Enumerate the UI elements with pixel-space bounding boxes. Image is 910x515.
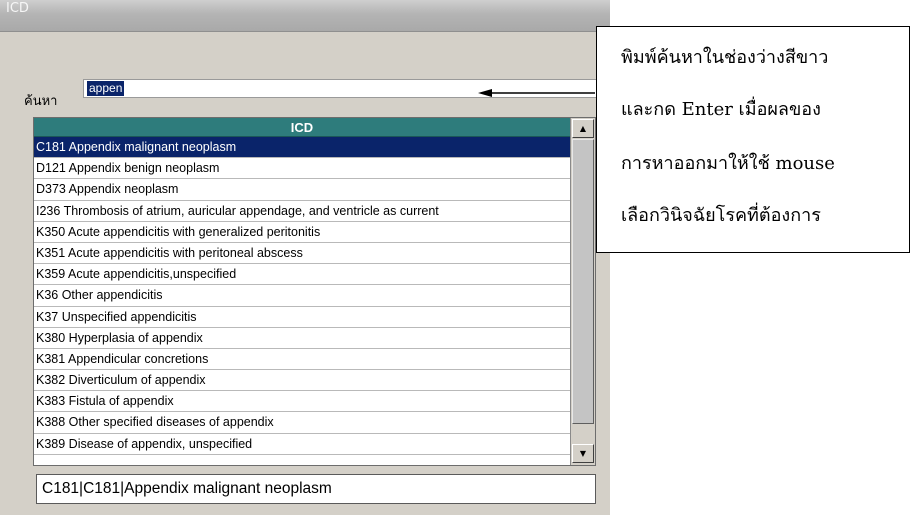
callout-line: และกด Enter เมื่อผลของ	[621, 99, 821, 120]
list-item[interactable]: D121 Appendix benign neoplasm	[34, 158, 570, 180]
list-item[interactable]: D373 Appendix neoplasm	[34, 179, 570, 201]
list-item[interactable]: I236 Thrombosis of atrium, auricular app…	[34, 201, 570, 222]
list-item[interactable]: K380 Hyperplasia of appendix	[34, 328, 570, 349]
window-title: ICD	[6, 1, 29, 16]
icd-listbox[interactable]: ICD C181 Appendix malignant neoplasm D121…	[33, 117, 596, 466]
search-input-value: appen	[87, 81, 125, 96]
list-item[interactable]: K37 Unspecified appendicitis	[34, 307, 570, 328]
selected-result-field[interactable]: C181|C181|Appendix malignant neoplasm	[36, 474, 596, 504]
pointer-arrow	[478, 89, 595, 97]
callout-line: เลือกวินิจฉัยโรคที่ต้องการ	[621, 205, 821, 226]
list-item[interactable]: K388 Other specified diseases of appendi…	[34, 412, 570, 434]
triangle-up-icon: ▲	[579, 124, 587, 133]
list-rows: C181 Appendix malignant neoplasm D121 App…	[34, 137, 570, 455]
scroll-down-button[interactable]: ▼	[572, 444, 594, 463]
list-item[interactable]: K350 Acute appendicitis with generalized…	[34, 222, 570, 243]
icd-window: ICD ค้นหา appen ICD C181 Appendix malign…	[0, 0, 610, 515]
callout-line: พิมพ์ค้นหาในช่องว่างสีขาว	[621, 47, 829, 68]
vertical-scrollbar[interactable]: ▲ ▼	[570, 118, 595, 465]
instruction-callout: พิมพ์ค้นหาในช่องว่างสีขาว และกด Enter เม…	[596, 26, 910, 253]
callout-line: การหาออกมาให้ใช้ mouse	[621, 153, 835, 174]
list-item[interactable]: K36 Other appendicitis	[34, 285, 570, 307]
scroll-up-button[interactable]: ▲	[572, 119, 594, 138]
list-item[interactable]: K382 Diverticulum of appendix	[34, 370, 570, 392]
triangle-down-icon: ▼	[579, 449, 587, 458]
list-item[interactable]: K381 Appendicular concretions	[34, 349, 570, 371]
list-item[interactable]: K389 Disease of appendix, unspecified	[34, 434, 570, 455]
list-item[interactable]: K383 Fistula of appendix	[34, 391, 570, 413]
list-item[interactable]: K359 Acute appendicitis,unspecified	[34, 264, 570, 286]
search-label: ค้นหา	[24, 94, 58, 109]
list-item[interactable]: K351 Acute appendicitis with peritoneal …	[34, 243, 570, 265]
scrollbar-thumb[interactable]	[572, 139, 594, 424]
list-item[interactable]: C181 Appendix malignant neoplasm	[34, 137, 570, 159]
list-header: ICD	[34, 118, 570, 137]
title-bar[interactable]: ICD	[0, 0, 610, 32]
